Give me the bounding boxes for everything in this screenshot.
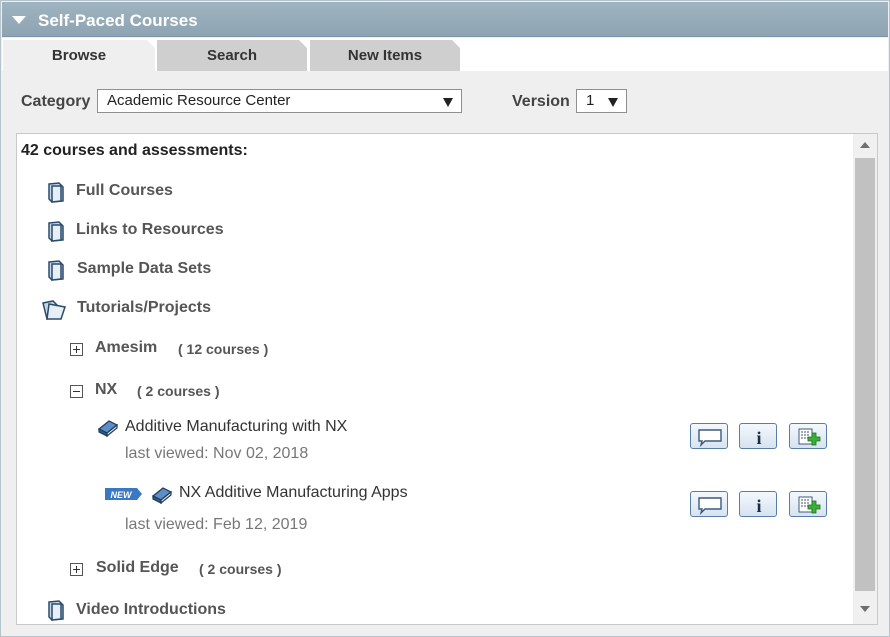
tab-new-items-label: New Items	[347, 47, 423, 64]
category-label: Tutorials/Projects	[77, 299, 211, 316]
chevron-down-icon	[443, 98, 453, 107]
tab-new-items[interactable]: New Items	[310, 40, 460, 71]
collapse-minus-icon[interactable]	[70, 385, 83, 398]
collapse-caret-icon[interactable]	[12, 16, 26, 24]
category-select-value: Academic Resource Center	[107, 92, 291, 109]
course-last-viewed: last viewed: Feb 12, 2019	[125, 516, 308, 533]
course-list: 42 courses and assessments: Full Courses…	[16, 133, 878, 625]
version-select[interactable]: 1	[576, 89, 627, 113]
course-count: 42 courses and assessments:	[21, 142, 248, 159]
info-icon: i	[756, 428, 761, 448]
add-list-icon	[798, 428, 821, 446]
category-label: Sample Data Sets	[77, 260, 212, 277]
speech-bubble-icon	[698, 429, 722, 448]
folder-closed-icon	[48, 221, 64, 242]
panel-title: Self-Paced Courses	[38, 11, 198, 30]
course-title[interactable]: NX Additive Manufacturing Apps	[179, 484, 408, 502]
category-label: Video Introductions	[76, 601, 226, 618]
subcategory-label: NX	[95, 381, 118, 398]
info-button[interactable]: i	[739, 423, 777, 449]
comment-button[interactable]	[690, 423, 728, 449]
arrow-up-icon	[860, 142, 870, 148]
book-icon	[97, 420, 119, 437]
folder-closed-icon	[48, 600, 64, 621]
folder-closed-icon	[48, 260, 64, 281]
course-title[interactable]: Additive Manufacturing with NX	[125, 418, 347, 436]
new-badge-label: NEW	[111, 490, 134, 500]
course-last-viewed: last viewed: Nov 02, 2018	[125, 445, 309, 462]
category-label: Full Courses	[76, 182, 173, 199]
subcategory-count: ( 12 courses )	[178, 341, 269, 357]
filter-bar: Category Academic Resource Center Versio…	[2, 71, 888, 133]
scroll-thumb[interactable]	[855, 158, 875, 591]
subcategory-label: Amesim	[95, 339, 158, 356]
add-list-icon	[798, 496, 821, 514]
scroll-up-button[interactable]	[853, 134, 877, 156]
expand-plus-icon[interactable]	[70, 343, 83, 356]
folder-closed-icon	[48, 182, 64, 203]
tab-browse-label: Browse	[51, 47, 107, 64]
subcategory-count: ( 2 courses )	[137, 383, 220, 399]
tab-search-label: Search	[206, 47, 258, 64]
book-icon	[151, 487, 173, 504]
tab-search[interactable]: Search	[157, 40, 307, 71]
add-to-plan-button[interactable]	[789, 491, 827, 517]
arrow-down-icon	[860, 606, 870, 612]
category-label: Category	[21, 93, 91, 110]
svg-text:i: i	[756, 496, 761, 516]
subcategory-label: Solid Edge	[96, 559, 179, 576]
new-badge: NEW	[105, 488, 142, 500]
version-select-value: 1	[586, 92, 595, 109]
tab-browse[interactable]: Browse	[3, 40, 155, 71]
scroll-down-button[interactable]	[853, 598, 877, 620]
expand-plus-icon[interactable]	[70, 563, 83, 576]
panel-header[interactable]: Self-Paced Courses	[2, 2, 888, 37]
comment-button[interactable]	[690, 491, 728, 517]
category-select[interactable]: Academic Resource Center	[97, 89, 462, 113]
vertical-scrollbar[interactable]	[853, 134, 877, 624]
add-to-plan-button[interactable]	[789, 423, 827, 449]
svg-text:i: i	[756, 428, 761, 448]
tab-bar: Browse Search New Items	[2, 38, 888, 71]
info-button[interactable]: i	[739, 491, 777, 517]
folder-open-icon	[42, 300, 66, 320]
chevron-down-icon	[608, 98, 618, 107]
speech-bubble-icon	[698, 497, 722, 516]
subcategory-count: ( 2 courses )	[199, 561, 282, 577]
self-paced-courses-panel: Self-Paced Courses Browse Search New Ite…	[0, 0, 890, 637]
info-icon: i	[756, 496, 761, 516]
version-label: Version	[512, 93, 570, 110]
category-label: Links to Resources	[76, 221, 224, 238]
